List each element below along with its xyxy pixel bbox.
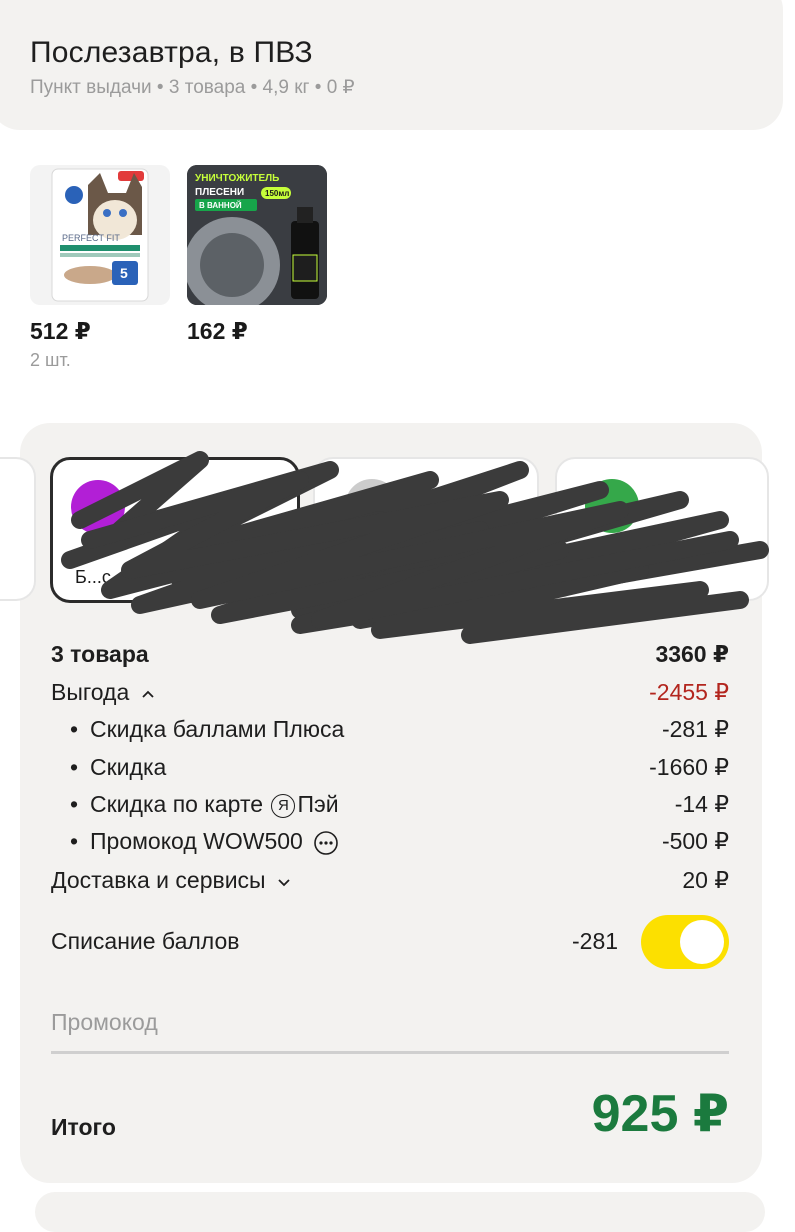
points-value: -281	[572, 928, 619, 954]
discount-label: Скидка баллами Плюса	[90, 716, 345, 742]
discount-value: -1660 ₽	[649, 754, 729, 780]
delivery-title: Послезавтра, в ПВЗ	[30, 36, 313, 69]
product-volume-badge: 150мл	[265, 189, 289, 198]
redaction-scribble	[61, 451, 769, 644]
total-value: 925 ₽	[591, 1085, 729, 1143]
discount-line: • Скидка баллами Плюса	[70, 716, 345, 742]
savings-label: Выгода	[51, 679, 130, 705]
item-price: 512 ₽	[30, 318, 91, 344]
promo-code-placeholder: Промокод	[51, 1009, 158, 1035]
discount-value: -14 ₽	[674, 791, 729, 817]
discount-label: Скидка по карте	[90, 791, 264, 817]
discount-label: Скидка	[90, 754, 167, 780]
delivery-services-label: Доставка и сервисы	[51, 867, 266, 893]
toggle-knob	[680, 920, 724, 964]
more-options-icon[interactable]	[313, 830, 339, 856]
discount-line: • Скидка по карте Я Пэй	[70, 791, 339, 818]
product-thumbnail-mold-remover[interactable]: УНИЧТОЖИТЕЛЬ ПЛЕСЕНИ 150мл В ВАННОЙ	[187, 165, 327, 305]
chevron-up-icon	[142, 690, 154, 698]
delivery-services-toggle[interactable]: Доставка и сервисы	[51, 867, 292, 894]
item-quantity: 2 шт.	[30, 350, 71, 370]
savings-value: -2455 ₽	[649, 679, 729, 705]
product-headline-3: В ВАННОЙ	[199, 201, 242, 210]
next-card-edge	[35, 1192, 765, 1232]
product-headline-2: ПЛЕСЕНИ	[195, 187, 244, 198]
total-label: Итого	[51, 1114, 116, 1140]
goods-total-value: 3360 ₽	[655, 641, 729, 667]
product-thumbnail-cat-food[interactable]: PERFECT FIT 5	[30, 165, 170, 305]
mold-remover-image: УНИЧТОЖИТЕЛЬ ПЛЕСЕНИ 150мл В ВАННОЙ	[187, 165, 327, 305]
delivery-subtitle: Пункт выдачи • 3 товара • 4,9 кг • 0 ₽	[30, 77, 355, 98]
promo-discount-label: Промокод WOW500	[90, 828, 303, 854]
points-toggle[interactable]	[641, 915, 729, 969]
savings-toggle[interactable]: Выгода	[51, 679, 156, 706]
discount-line: • Скидка	[70, 754, 167, 780]
discount-value: -281 ₽	[661, 716, 729, 742]
product-headline-1: УНИЧТОЖИТЕЛЬ	[195, 173, 279, 184]
svg-text:5: 5	[120, 265, 128, 281]
chevron-down-icon	[278, 879, 290, 887]
discount-value: -500 ₽	[661, 828, 729, 854]
goods-count-label: 3 товара	[51, 641, 149, 667]
points-label: Списание баллов	[51, 928, 240, 954]
product-brand-text: PERFECT FIT	[62, 233, 120, 243]
yandex-logo-icon: Я	[271, 793, 296, 818]
delivery-services-value: 20 ₽	[682, 867, 729, 893]
discount-label-suffix: Пэй	[297, 791, 339, 817]
promo-code-field[interactable]: Промокод	[51, 1003, 729, 1054]
discount-line: • Промокод WOW500	[70, 828, 339, 856]
item-price: 162 ₽	[187, 318, 248, 344]
cat-food-pouch-image: PERFECT FIT 5	[51, 168, 149, 302]
